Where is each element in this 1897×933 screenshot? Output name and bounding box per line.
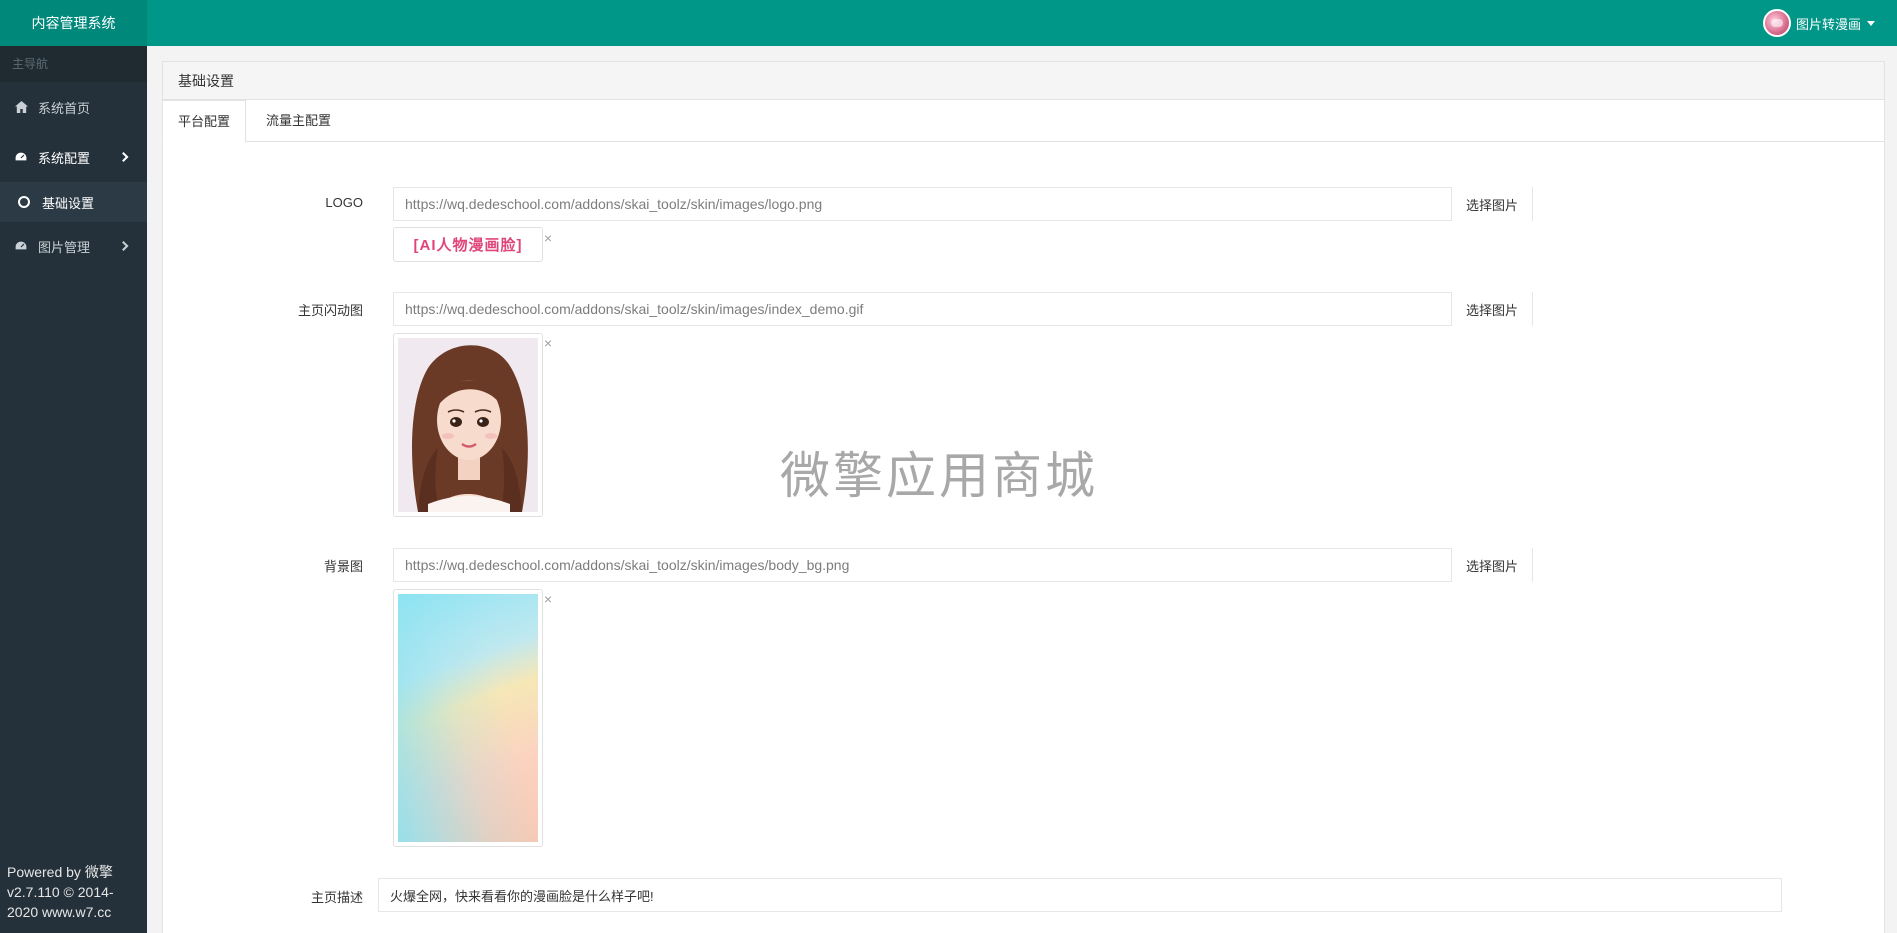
logo-url-input[interactable]: https://wq.dedeschool.com/addons/skai_to… — [394, 196, 1451, 212]
description-field: 火爆全网，快来看看你的漫画脸是什么样子吧! — [378, 878, 1782, 912]
background-remove-icon[interactable]: × — [544, 591, 552, 607]
logo-label: LOGO — [325, 195, 363, 210]
sidebar-item-system-config[interactable]: 系统配置 — [0, 132, 147, 182]
sidebar-item-image-management[interactable]: 图片管理 — [0, 222, 147, 270]
sidebar: 主导航 系统首页 系统配置 基础设置 图片管理 Powered by 微擎 v2… — [0, 46, 147, 933]
chevron-right-icon — [118, 152, 129, 162]
portrait-illustration — [398, 338, 538, 512]
user-name: 图片转漫画 — [1795, 16, 1861, 32]
chevron-down-icon — [1867, 20, 1875, 26]
top-bar: 内容管理系统 图片转漫画 — [0, 0, 1897, 46]
user-menu[interactable]: 图片转漫画 — [1762, 0, 1875, 46]
logo-select-image-button[interactable]: 选择图片 — [1451, 187, 1532, 221]
tab-platform-config[interactable]: 平台配置 — [162, 100, 247, 143]
circle-icon — [18, 196, 30, 208]
footer-version: v2.7.110 © 2014- — [7, 884, 114, 900]
description-label: 主页描述 — [310, 890, 363, 905]
panel-title: 基础设置 — [163, 62, 1884, 100]
sidebar-item-label: 图片管理 — [38, 239, 91, 255]
background-select-image-button[interactable]: 选择图片 — [1451, 548, 1532, 582]
sidebar-heading: 主导航 — [0, 46, 147, 82]
portrait-image — [398, 338, 538, 512]
dashboard-icon — [14, 239, 28, 253]
app-title: 内容管理系统 — [0, 0, 147, 46]
background-preview — [393, 589, 543, 847]
sidebar-item-basic-settings[interactable]: 基础设置 — [0, 182, 147, 222]
sidebar-item-label: 基础设置 — [42, 195, 95, 211]
background-label: 背景图 — [323, 559, 363, 574]
tab-traffic-config[interactable]: 流量主配置 — [251, 100, 346, 142]
background-url-input[interactable]: https://wq.dedeschool.com/addons/skai_to… — [394, 557, 1451, 573]
background-url-field: https://wq.dedeschool.com/addons/skai_to… — [393, 548, 1533, 582]
sidebar-item-home[interactable]: 系统首页 — [0, 82, 147, 132]
sidebar-item-label: 系统配置 — [38, 150, 91, 166]
dashboard-icon — [14, 150, 28, 164]
logo-preview: [AI人物漫画脸] — [393, 227, 543, 262]
logo-remove-icon[interactable]: × — [544, 230, 552, 246]
logo-url-field: https://wq.dedeschool.com/addons/skai_to… — [393, 187, 1533, 221]
chevron-right-icon — [118, 241, 129, 251]
sidebar-item-label: 系统首页 — [38, 100, 91, 116]
splash-url-field: https://wq.dedeschool.com/addons/skai_to… — [393, 292, 1533, 326]
splash-remove-icon[interactable]: × — [544, 335, 552, 351]
tab-bar: 平台配置 流量主配置 — [162, 100, 1884, 143]
home-icon — [14, 100, 28, 114]
splash-url-input[interactable]: https://wq.dedeschool.com/addons/skai_to… — [394, 301, 1451, 317]
splash-label: 主页闪动图 — [297, 303, 363, 318]
footer-powered: Powered by 微擎 — [7, 864, 113, 880]
watermark-text: 微擎应用商城 — [780, 447, 1098, 505]
splash-preview — [393, 333, 543, 517]
logo-image-text: [AI人物漫画脸] — [413, 237, 523, 254]
footer-site: 2020 www.w7.cc — [7, 904, 112, 920]
avatar — [1762, 9, 1791, 37]
sidebar-footer: Powered by 微擎 v2.7.110 © 2014- 2020 www.… — [7, 862, 145, 922]
background-image — [398, 594, 538, 842]
description-input[interactable]: 火爆全网，快来看看你的漫画脸是什么样子吧! — [379, 886, 1781, 905]
splash-select-image-button[interactable]: 选择图片 — [1451, 292, 1532, 326]
